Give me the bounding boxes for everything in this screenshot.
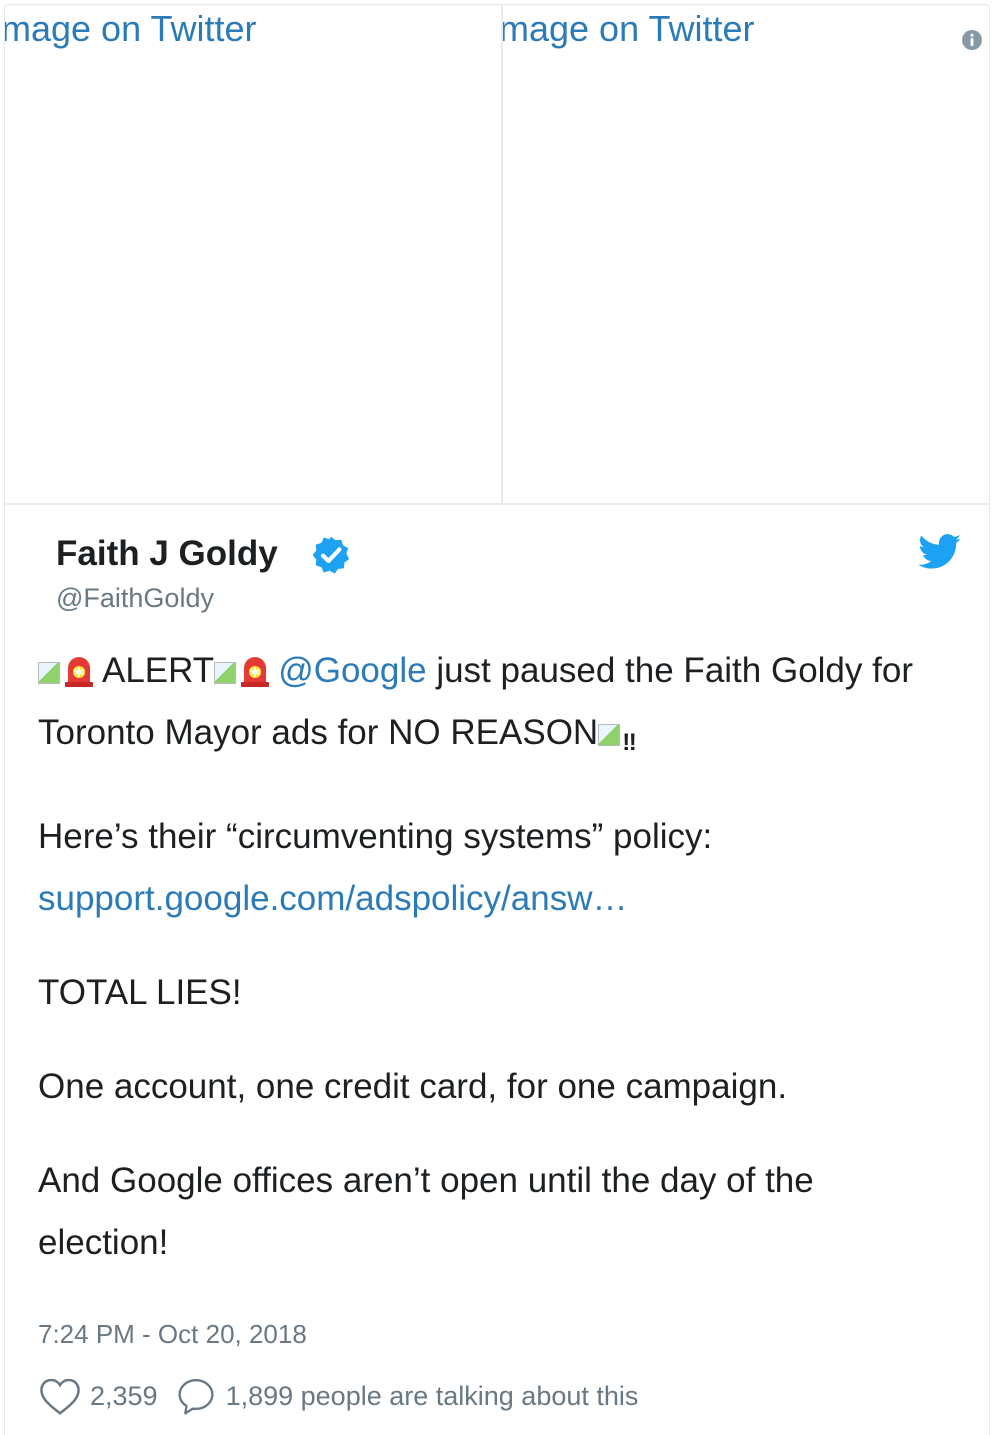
tweet-text: ALERT @Google just paused the Faith Gold… <box>38 640 938 1274</box>
tweet-actions: 2,359 1,899 people are talking about thi… <box>38 1374 638 1418</box>
talking-count[interactable]: 1,899 people are talking about this <box>226 1381 639 1412</box>
media-image-left[interactable]: mage on Twitter <box>5 5 503 503</box>
author-handle[interactable]: @FaithGoldy <box>56 580 214 616</box>
police-siren-emoji-icon <box>241 657 270 687</box>
broken-image-icon <box>38 662 60 684</box>
alert-word: ALERT <box>102 651 215 690</box>
tweet-paragraph-4: One account, one credit card, for one ca… <box>38 1067 788 1106</box>
tweet-paragraph-3: TOTAL LIES! <box>38 973 242 1012</box>
author-name[interactable]: Faith J Goldy <box>56 532 278 576</box>
double-exclamation-emoji: ‼ <box>622 729 636 756</box>
tweet-timestamp[interactable]: 7:24 PM - Oct 20, 2018 <box>38 1316 307 1352</box>
media-image-right[interactable]: mage on Twitter <box>503 5 989 503</box>
verified-badge-icon <box>312 536 350 574</box>
mention-google-link[interactable]: @Google <box>278 651 426 690</box>
broken-image-icon <box>598 724 621 746</box>
info-icon[interactable] <box>960 28 984 52</box>
reply-bubble-icon[interactable] <box>176 1376 216 1416</box>
tweet-paragraph-2: Here’s their “circumventing systems” pol… <box>38 806 938 930</box>
policy-link[interactable]: support.google.com/adspolicy/answ… <box>38 879 627 918</box>
heart-icon[interactable] <box>38 1376 82 1416</box>
media-alt-text-left[interactable]: mage on Twitter <box>5 7 256 51</box>
tweet-paragraph-5: And Google offices aren’t open until the… <box>38 1161 814 1262</box>
media-grid: mage on Twitter mage on Twitter <box>5 5 989 505</box>
broken-image-icon <box>214 662 237 684</box>
police-siren-emoji-icon <box>65 657 93 687</box>
like-count[interactable]: 2,359 <box>90 1381 158 1412</box>
tweet-paragraph-1: ALERT @Google just paused the Faith Gold… <box>38 640 938 774</box>
tweet-text-segment: Here’s their “circumventing systems” pol… <box>38 817 713 856</box>
media-alt-text-right[interactable]: mage on Twitter <box>503 7 754 51</box>
twitter-bird-icon[interactable] <box>918 534 962 570</box>
